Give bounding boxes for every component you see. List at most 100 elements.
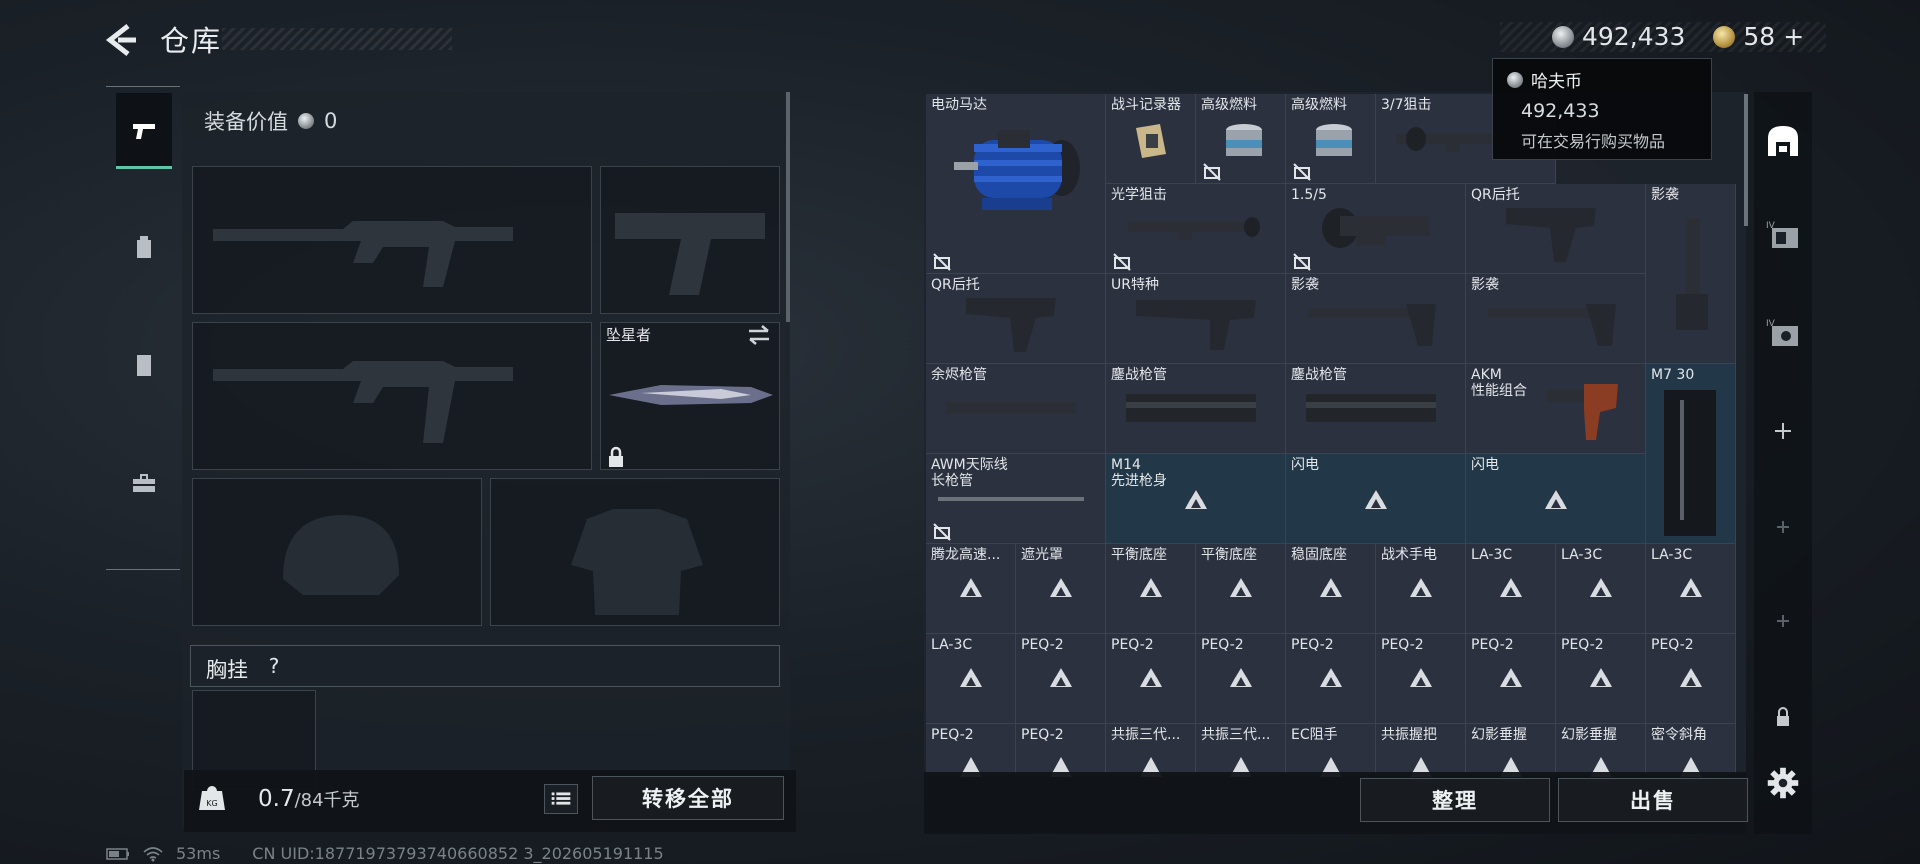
rifle-stock-icon xyxy=(966,298,1056,352)
inventory-item[interactable]: 共振三代... xyxy=(1106,724,1196,777)
equipment-category-tabs xyxy=(106,86,180,570)
haf-coin-icon xyxy=(1552,25,1574,48)
inventory-item[interactable]: 闪电 xyxy=(1286,454,1466,544)
inventory-scrollbar[interactable] xyxy=(1744,94,1748,226)
premium-plus-button[interactable]: + xyxy=(1783,22,1804,51)
status-bar: 53ms CN UID:18771973793740660852 3_20260… xyxy=(106,844,664,863)
currency-tooltip: 哈夫币 492,433 可在交易行购买物品 xyxy=(1492,58,1712,160)
helmet-slot[interactable] xyxy=(192,478,482,626)
tab-toolbox[interactable] xyxy=(116,445,172,521)
inventory-item[interactable]: PEQ-2 xyxy=(1016,724,1106,777)
currency-display[interactable]: 492,433 58 + xyxy=(1552,22,1804,51)
inventory-item[interactable]: LA-3C xyxy=(1646,544,1736,634)
tab-weapons[interactable] xyxy=(116,93,172,169)
inventory-item[interactable]: PEQ-2 xyxy=(926,724,1016,777)
rifle-silhouette-icon xyxy=(213,221,513,287)
weight-readout: 0.7/84千克 xyxy=(258,786,360,812)
item-label: 稳固底座 xyxy=(1291,547,1347,563)
no-auth-icon xyxy=(1293,163,1311,181)
item-label: 共振握把 xyxy=(1381,727,1437,743)
list-view-button[interactable] xyxy=(544,784,578,814)
sidearm-slot[interactable] xyxy=(600,166,780,314)
inventory-item[interactable]: 稳固底座 xyxy=(1286,544,1376,634)
sort-button[interactable]: 整理 xyxy=(1360,778,1550,822)
rarity-triangle-icon xyxy=(1230,666,1252,687)
inventory-item[interactable]: 高级燃料 xyxy=(1196,94,1286,184)
inventory-item[interactable]: LA-3C xyxy=(1556,544,1646,634)
plus-icon xyxy=(1775,423,1791,439)
settings-button[interactable] xyxy=(1762,762,1804,804)
haf-coin-icon xyxy=(1507,71,1523,88)
inventory-item[interactable]: 影袭 xyxy=(1286,274,1466,364)
rarity-triangle-icon xyxy=(1230,576,1252,597)
storage-safe-iv-tab[interactable]: IV xyxy=(1762,312,1804,354)
inventory-item[interactable]: 幻影垂握 xyxy=(1466,724,1556,777)
inventory-item[interactable]: 遮光罩 xyxy=(1016,544,1106,634)
storage-box-iv-tab[interactable]: IV xyxy=(1762,214,1804,256)
battery-icon xyxy=(106,847,129,860)
title-decoration xyxy=(222,28,452,50)
item-label: PEQ-2 xyxy=(1111,637,1154,653)
armor-slot[interactable] xyxy=(490,478,780,626)
inventory-item[interactable]: 战斗记录器 xyxy=(1106,94,1196,184)
inventory-item[interactable]: AKM 性能组合 xyxy=(1466,364,1646,454)
inventory-item[interactable]: M14 先进枪身 xyxy=(1106,454,1286,544)
primary-weapon-slot[interactable] xyxy=(192,166,592,314)
inventory-item[interactable]: 余烬枪管 xyxy=(926,364,1106,454)
inventory-item[interactable]: 闪电 xyxy=(1466,454,1646,544)
inventory-item[interactable]: 战术手电 xyxy=(1376,544,1466,634)
inventory-item[interactable]: 密令斜角 xyxy=(1646,724,1736,777)
back-arrow-icon[interactable] xyxy=(104,22,138,58)
inventory-item[interactable]: 影袭 xyxy=(1466,274,1646,364)
pistol-icon xyxy=(133,123,155,139)
inventory-item[interactable]: PEQ-2 xyxy=(1376,634,1466,724)
tooltip-title: 哈夫币 xyxy=(1507,67,1697,92)
add-storage-button[interactable] xyxy=(1762,600,1804,642)
inventory-item[interactable]: 共振握把 xyxy=(1376,724,1466,777)
inventory-item[interactable]: PEQ-2 xyxy=(1106,634,1196,724)
inventory-item[interactable]: 共振三代... xyxy=(1196,724,1286,777)
item-label: LA-3C xyxy=(1471,547,1513,563)
chest-rig-help-button[interactable]: ? xyxy=(260,654,288,680)
tab-backpack[interactable] xyxy=(116,209,172,285)
inventory-item[interactable]: 鏖战枪管 xyxy=(1286,364,1466,454)
rarity-triangle-icon xyxy=(1500,666,1522,687)
inventory-item[interactable]: PEQ-2 xyxy=(1286,634,1376,724)
inventory-item[interactable]: PEQ-2 xyxy=(1196,634,1286,724)
inventory-item[interactable]: 平衡底座 xyxy=(1106,544,1196,634)
inventory-item[interactable]: PEQ-2 xyxy=(1556,634,1646,724)
secondary-weapon-slot[interactable] xyxy=(192,322,592,470)
inventory-item[interactable]: UR特种 xyxy=(1106,274,1286,364)
inventory-item[interactable]: 平衡底座 xyxy=(1196,544,1286,634)
inventory-item[interactable]: PEQ-2 xyxy=(1646,634,1736,724)
storage-main-tab[interactable] xyxy=(1762,120,1804,162)
inventory-item[interactable]: M7 30 xyxy=(1646,364,1736,544)
inventory-item[interactable]: LA-3C xyxy=(1466,544,1556,634)
inventory-item[interactable]: 1.5/5 xyxy=(1286,184,1466,274)
inventory-item[interactable]: LA-3C xyxy=(926,634,1016,724)
swap-icon[interactable] xyxy=(746,324,772,346)
inventory-item[interactable]: EC阻手 xyxy=(1286,724,1376,777)
add-storage-button[interactable] xyxy=(1762,506,1804,548)
inventory-item[interactable]: PEQ-2 xyxy=(1016,634,1106,724)
electric-motor-icon xyxy=(954,130,1080,210)
inventory-item[interactable]: 腾龙高速... xyxy=(926,544,1016,634)
inventory-item[interactable]: 电动马达 xyxy=(926,94,1106,274)
transfer-all-button[interactable]: 转移全部 xyxy=(592,776,784,820)
uid-readout: CN UID:18771973793740660852 3_2026051911… xyxy=(252,844,664,863)
inventory-item[interactable]: 高级燃料 xyxy=(1286,94,1376,184)
inventory-item[interactable]: PEQ-2 xyxy=(1466,634,1556,724)
tab-vest[interactable] xyxy=(116,327,172,403)
inventory-item[interactable]: 光学狙击 xyxy=(1106,184,1286,274)
inventory-item[interactable]: 鏖战枪管 xyxy=(1106,364,1286,454)
inventory-item[interactable]: 影袭 xyxy=(1646,184,1736,364)
equipment-scrollbar[interactable] xyxy=(786,92,790,322)
sell-button[interactable]: 出售 xyxy=(1558,778,1748,822)
inventory-item[interactable]: AWM天际线 长枪管 xyxy=(926,454,1106,544)
inventory-item[interactable]: 幻影垂握 xyxy=(1556,724,1646,777)
inventory-item[interactable]: QR后托 xyxy=(1466,184,1646,274)
add-storage-button[interactable] xyxy=(1762,410,1804,452)
rarity-triangle-icon xyxy=(960,666,982,687)
plus-icon xyxy=(1777,521,1789,533)
inventory-item[interactable]: QR后托 xyxy=(926,274,1106,364)
